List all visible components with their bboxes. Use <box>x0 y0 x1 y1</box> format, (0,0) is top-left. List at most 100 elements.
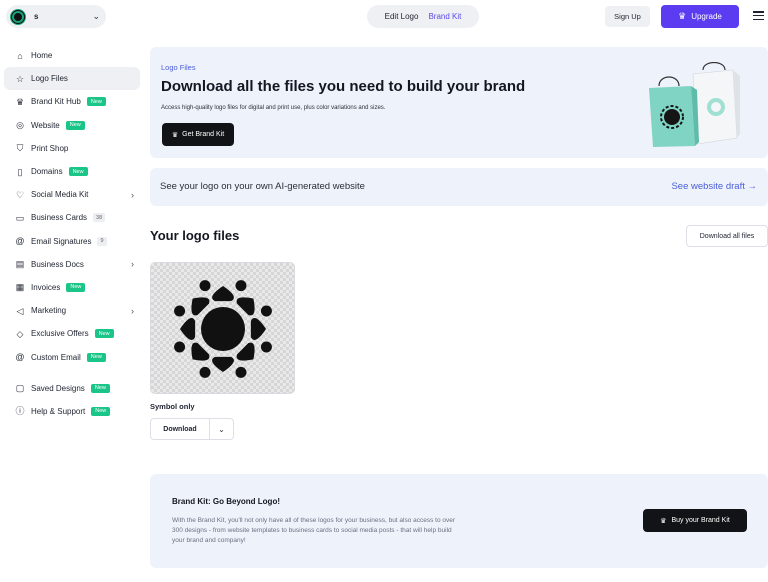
hero-subtitle: Access high-quality logo files for digit… <box>161 105 386 111</box>
sidebar-item-help-support[interactable]: ⓘ Help & Support New <box>4 400 140 423</box>
sidebar-item-brand-kit-hub[interactable]: ♛ Brand Kit Hub New <box>4 90 140 113</box>
brand-kit-promo: Brand Kit: Go Beyond Logo! With the Bran… <box>150 474 768 568</box>
sidebar-item-label: Email Signatures <box>31 236 92 246</box>
logo-symbol-image <box>174 280 272 378</box>
bookmark-icon: ▯ <box>17 166 23 177</box>
get-brand-kit-label: Get Brand Kit <box>182 131 225 138</box>
help-icon: ⓘ <box>15 406 25 417</box>
sidebar-item-label: Business Docs <box>31 259 84 269</box>
new-badge: New <box>86 352 106 362</box>
editor-tabs: Edit Logo Brand Kit <box>367 5 479 28</box>
globe-icon: ◎ <box>16 120 24 131</box>
top-bar: s ⌄ Edit Logo Brand Kit Sign Up ♛ Upgrad… <box>0 0 768 34</box>
hero-banner: Logo Files Download all the files you ne… <box>150 47 768 158</box>
hamburger-menu-icon[interactable] <box>753 11 764 20</box>
project-selector[interactable]: s ⌄ <box>6 5 106 28</box>
folder-icon: ▢ <box>15 383 25 394</box>
buy-brand-kit-label: Buy your Brand Kit <box>671 517 730 524</box>
sidebar-item-exclusive-offers[interactable]: ◇ Exclusive Offers New <box>4 322 140 345</box>
section-title: Your logo files <box>150 228 240 243</box>
new-badge: New <box>90 383 110 393</box>
hero-title: Download all the files you need to build… <box>161 78 526 95</box>
chevron-down-icon: ⌄ <box>92 11 100 21</box>
sidebar-item-social-media-kit[interactable]: ♡ Social Media Kit › <box>4 183 140 206</box>
project-logo-icon <box>10 8 26 25</box>
docs-icon: ▤ <box>15 259 25 270</box>
megaphone-icon: ◁ <box>16 305 24 316</box>
sidebar-item-label: Marketing <box>31 306 67 316</box>
sidebar-item-label: Saved Designs <box>31 383 85 393</box>
logo-card-caption: Symbol only <box>150 402 195 411</box>
see-website-draft-link[interactable]: See website draft → <box>671 181 757 192</box>
crown-icon: ♛ <box>678 11 687 21</box>
tab-edit-logo[interactable]: Edit Logo <box>385 12 419 21</box>
at-icon: @ <box>15 352 25 363</box>
count-badge: 38 <box>93 213 106 223</box>
logo-preview-card[interactable] <box>150 262 295 394</box>
new-badge: New <box>94 329 114 339</box>
website-promo-strip: See your logo on your own AI-generated w… <box>150 168 768 206</box>
crown-icon: ♛ <box>660 517 667 525</box>
download-split-button: Download ⌄ <box>150 418 234 440</box>
project-name: s <box>34 12 39 21</box>
sidebar-item-saved-designs[interactable]: ▢ Saved Designs New <box>4 377 140 400</box>
upgrade-button[interactable]: ♛ Upgrade <box>661 5 739 28</box>
chevron-right-icon: › <box>131 189 134 200</box>
home-icon: ⌂ <box>17 50 23 61</box>
buy-brand-kit-button[interactable]: ♛ Buy your Brand Kit <box>643 509 747 532</box>
sidebar-item-business-cards[interactable]: ▭ Business Cards 38 <box>4 206 140 229</box>
sidebar-item-print-shop[interactable]: ⛉ Print Shop <box>4 137 140 160</box>
crown-icon: ♛ <box>171 131 179 139</box>
sidebar-item-logo-files[interactable]: ☆ Logo Files <box>4 67 140 91</box>
sidebar-item-label: Social Media Kit <box>31 190 89 200</box>
website-promo-text: See your logo on your own AI-generated w… <box>160 181 365 192</box>
tab-brand-kit[interactable]: Brand Kit <box>428 12 461 21</box>
sidebar-item-label: Logo Files <box>31 74 68 84</box>
sidebar-item-business-docs[interactable]: ▤ Business Docs › <box>4 253 140 276</box>
sidebar-item-invoices[interactable]: ▦ Invoices New <box>4 276 140 299</box>
sidebar-item-label: Business Cards <box>31 213 88 223</box>
new-badge: New <box>66 282 86 292</box>
new-badge: New <box>86 97 106 107</box>
heart-icon: ♡ <box>15 189 25 200</box>
sidebar-item-domains[interactable]: ▯ Domains New <box>4 160 140 183</box>
sidebar-item-home[interactable]: ⌂ Home <box>4 44 140 67</box>
hero-kicker: Logo Files <box>161 63 196 72</box>
sidebar-item-label: Domains <box>31 167 63 177</box>
crown-icon: ♛ <box>15 96 25 107</box>
sidebar: ⌂ Home ☆ Logo Files ♛ Brand Kit Hub New ◎ Websit… <box>0 44 142 423</box>
new-badge: New <box>68 167 88 177</box>
promo-title: Brand Kit: Go Beyond Logo! <box>172 497 280 506</box>
new-badge: New <box>65 120 85 130</box>
card-icon: ▭ <box>15 212 25 223</box>
sign-up-button[interactable]: Sign Up <box>605 6 650 27</box>
promo-body: With the Brand Kit, you'll not only have… <box>172 517 456 544</box>
star-icon: ☆ <box>15 73 25 84</box>
at-icon: @ <box>15 236 25 247</box>
chevron-right-icon: › <box>131 259 134 270</box>
chevron-right-icon: › <box>131 305 134 316</box>
download-all-files-button[interactable]: Download all files <box>686 225 768 247</box>
sidebar-item-label: Exclusive Offers <box>31 329 89 339</box>
shopping-bags-illustration <box>649 62 740 147</box>
shirt-icon: ⛉ <box>16 143 24 154</box>
download-button[interactable]: Download <box>151 419 209 439</box>
sidebar-item-label: Help & Support <box>31 406 86 416</box>
count-badge: 9 <box>97 236 107 246</box>
sidebar-item-label: Custom Email <box>31 352 81 362</box>
invoice-icon: ▦ <box>15 282 25 293</box>
sidebar-item-marketing[interactable]: ◁ Marketing › <box>4 299 140 322</box>
new-badge: New <box>91 406 111 416</box>
sidebar-item-custom-email[interactable]: @ Custom Email New <box>4 345 140 368</box>
chevron-down-icon[interactable]: ⌄ <box>209 419 233 439</box>
tag-icon: ◇ <box>16 328 24 339</box>
sidebar-item-label: Home <box>31 51 53 61</box>
sidebar-item-email-signatures[interactable]: @ Email Signatures 9 <box>4 230 140 253</box>
get-brand-kit-button[interactable]: ♛ Get Brand Kit <box>162 123 234 146</box>
upgrade-label: Upgrade <box>691 12 722 21</box>
sidebar-item-label: Website <box>31 120 60 130</box>
sidebar-item-label: Invoices <box>31 282 61 292</box>
sidebar-item-label: Print Shop <box>31 143 69 153</box>
sidebar-divider <box>0 369 142 377</box>
sidebar-item-website[interactable]: ◎ Website New <box>4 114 140 137</box>
